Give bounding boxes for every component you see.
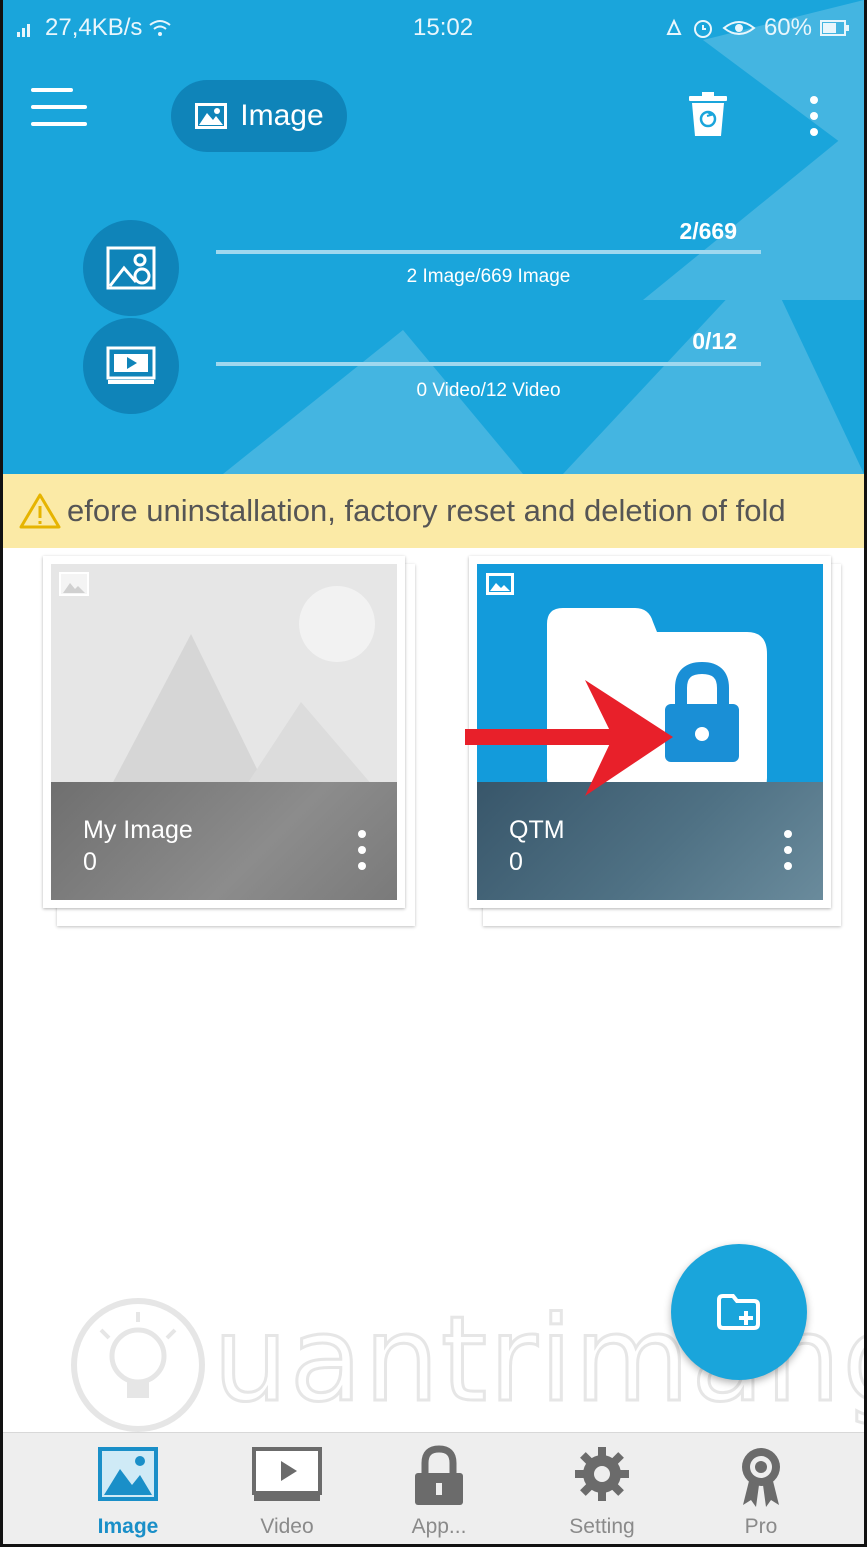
album-name: My Image bbox=[83, 816, 193, 844]
gear-icon bbox=[575, 1447, 629, 1501]
album-count: 0 bbox=[509, 848, 523, 876]
media-type-selector[interactable]: Image bbox=[171, 80, 347, 152]
add-folder-button[interactable] bbox=[671, 1244, 807, 1380]
wifi-icon bbox=[149, 20, 172, 36]
video-stat-icon bbox=[83, 318, 179, 414]
album-menu-icon[interactable] bbox=[355, 830, 369, 874]
more-options-icon[interactable] bbox=[799, 92, 829, 140]
signal-icon bbox=[17, 24, 30, 37]
nav-tab-app-lock[interactable]: App... bbox=[384, 1433, 494, 1544]
image-type-badge-icon bbox=[486, 573, 514, 595]
warning-banner[interactable]: efore uninstallation, factory reset and … bbox=[3, 474, 864, 548]
network-speed: 27,4KB/s bbox=[45, 14, 143, 41]
warning-text: efore uninstallation, factory reset and … bbox=[67, 493, 786, 528]
nav-label: Setting bbox=[569, 1515, 635, 1538]
video-count: 0/12 bbox=[692, 328, 737, 354]
image-stat-icon bbox=[83, 220, 179, 316]
album-menu-icon[interactable] bbox=[781, 830, 795, 874]
annotation-arrow bbox=[465, 680, 673, 796]
hamburger-menu-icon[interactable] bbox=[31, 86, 87, 126]
add-folder-icon bbox=[717, 1294, 760, 1330]
app-screen: 27,4KB/s 15:02 60% Image 2/669 2 Image/6… bbox=[0, 0, 867, 1547]
video-icon bbox=[106, 346, 156, 384]
album-name: QTM bbox=[509, 816, 565, 844]
lock-icon bbox=[415, 1445, 463, 1505]
video-progress-bar bbox=[216, 362, 761, 366]
notification-icon bbox=[666, 18, 682, 35]
media-type-label: Image bbox=[240, 99, 324, 132]
album-info-overlay: My Image 0 bbox=[51, 782, 397, 900]
album-card[interactable]: My Image 0 bbox=[43, 556, 405, 908]
image-progress-bar bbox=[216, 250, 761, 254]
video-icon bbox=[252, 1447, 322, 1501]
battery-percent: 60% bbox=[763, 14, 812, 41]
nav-tab-pro[interactable]: Pro bbox=[706, 1433, 816, 1544]
nav-label: Video bbox=[260, 1515, 314, 1538]
album-count: 0 bbox=[83, 848, 97, 876]
nav-label: Pro bbox=[744, 1515, 778, 1538]
image-stat-caption: 2 Image/669 Image bbox=[406, 266, 571, 287]
battery-icon bbox=[820, 20, 849, 36]
nav-tab-setting[interactable]: Setting bbox=[547, 1433, 657, 1544]
nav-label: App... bbox=[411, 1515, 467, 1538]
nav-tab-image[interactable]: Image bbox=[73, 1433, 183, 1544]
photo-icon bbox=[106, 246, 156, 290]
alarm-icon bbox=[693, 20, 712, 38]
image-icon bbox=[98, 1447, 158, 1501]
lightbulb-logo-icon bbox=[71, 1298, 205, 1432]
status-bar: 27,4KB/s 15:02 60% bbox=[3, 0, 864, 58]
image-icon bbox=[195, 103, 228, 129]
image-count: 2/669 bbox=[679, 218, 737, 244]
nav-tab-video[interactable]: Video bbox=[232, 1433, 342, 1544]
award-icon bbox=[742, 1448, 780, 1507]
eye-icon bbox=[722, 21, 756, 35]
recycle-bin-icon[interactable] bbox=[687, 92, 729, 138]
video-stat-caption: 0 Video/12 Video bbox=[416, 380, 561, 401]
nav-label: Image bbox=[97, 1515, 159, 1538]
header: 27,4KB/s 15:02 60% Image 2/669 2 Image/6… bbox=[3, 0, 864, 474]
clock: 15:02 bbox=[413, 14, 474, 41]
album-card-my-image[interactable]: My Image 0 bbox=[43, 556, 415, 926]
image-type-badge-icon bbox=[59, 572, 89, 596]
warning-icon bbox=[19, 493, 61, 529]
bottom-navigation: Image Video App... Setting Pro bbox=[3, 1432, 864, 1544]
